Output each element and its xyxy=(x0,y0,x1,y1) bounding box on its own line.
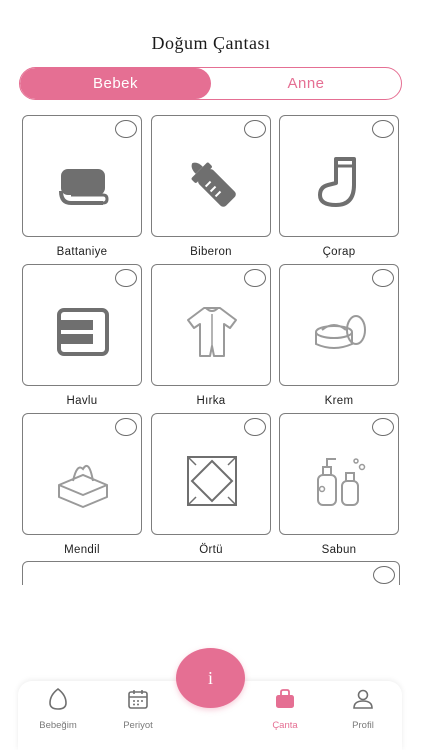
item-label: Örtü xyxy=(199,544,223,556)
tab-periyot[interactable]: Periyot xyxy=(103,687,173,731)
baby-onesie-icon xyxy=(187,307,237,357)
baby-bottle-icon xyxy=(191,162,236,207)
select-checkbox[interactable] xyxy=(244,418,266,436)
item-label: Havlu xyxy=(66,395,98,407)
item-grid: Battaniye Biberon Çorap Havlu Hırka Krem… xyxy=(22,115,400,585)
item-label: Biberon xyxy=(190,246,232,258)
item-card[interactable] xyxy=(151,115,271,237)
select-checkbox[interactable] xyxy=(372,418,394,436)
tab-canta[interactable]: Çanta xyxy=(250,687,320,731)
item-label: Sabun xyxy=(321,544,357,556)
select-checkbox[interactable] xyxy=(244,269,266,287)
calendar-icon xyxy=(128,690,148,709)
cream-jar-icon xyxy=(315,315,366,349)
tab-label: Periyot xyxy=(123,720,153,731)
egg-icon xyxy=(49,687,67,710)
sock-icon xyxy=(318,157,356,207)
item-label: Mendil xyxy=(64,544,100,556)
select-checkbox[interactable] xyxy=(372,269,394,287)
item-biberon[interactable]: Biberon xyxy=(151,115,271,258)
select-checkbox[interactable] xyxy=(372,120,394,138)
cover-icon xyxy=(187,456,237,506)
item-mendil[interactable]: Mendil xyxy=(22,413,142,556)
tissue-box-icon xyxy=(58,465,108,508)
item-partial[interactable] xyxy=(22,561,400,585)
tab-profil[interactable]: Profil xyxy=(328,687,398,731)
select-checkbox[interactable] xyxy=(244,120,266,138)
soap-bottles-icon xyxy=(317,458,366,506)
towel-icon xyxy=(57,308,109,356)
page-title: Doğum Çantası xyxy=(151,33,271,53)
tab-bebegim[interactable]: Bebeğim xyxy=(23,687,93,731)
tab-label: Profil xyxy=(352,720,374,731)
item-card[interactable] xyxy=(151,413,271,535)
select-checkbox[interactable] xyxy=(115,120,137,138)
item-card[interactable] xyxy=(22,115,142,237)
tab-label: Çanta xyxy=(272,720,298,731)
select-checkbox[interactable] xyxy=(373,566,395,584)
item-label: Krem xyxy=(324,395,354,407)
item-card[interactable] xyxy=(279,115,399,237)
item-card[interactable] xyxy=(22,264,142,386)
item-ortu[interactable]: Örtü xyxy=(151,413,271,556)
item-label: Çorap xyxy=(322,246,356,258)
item-card[interactable] xyxy=(22,561,400,585)
select-checkbox[interactable] xyxy=(115,269,137,287)
item-havlu[interactable]: Havlu xyxy=(22,264,142,407)
blanket-icon xyxy=(59,169,109,205)
item-card[interactable] xyxy=(279,413,399,535)
item-sabun[interactable]: Sabun xyxy=(279,413,399,556)
item-hirka[interactable]: Hırka xyxy=(151,264,271,407)
info-button[interactable]: i xyxy=(176,648,245,708)
select-checkbox[interactable] xyxy=(115,418,137,436)
item-label: Battaniye xyxy=(56,246,108,258)
item-label: Hırka xyxy=(196,395,226,407)
item-battaniye[interactable]: Battaniye xyxy=(22,115,142,258)
segment-anne[interactable]: Anne xyxy=(211,68,401,99)
tab-label: Bebeğim xyxy=(39,720,77,731)
item-krem[interactable]: Krem xyxy=(279,264,399,407)
segment-control: Bebek Anne xyxy=(19,67,402,100)
segment-bebek[interactable]: Bebek xyxy=(20,68,211,99)
user-icon xyxy=(353,689,373,709)
item-card[interactable] xyxy=(279,264,399,386)
item-corap[interactable]: Çorap xyxy=(279,115,399,258)
item-card[interactable] xyxy=(151,264,271,386)
item-card[interactable] xyxy=(22,413,142,535)
bag-icon xyxy=(276,689,294,708)
